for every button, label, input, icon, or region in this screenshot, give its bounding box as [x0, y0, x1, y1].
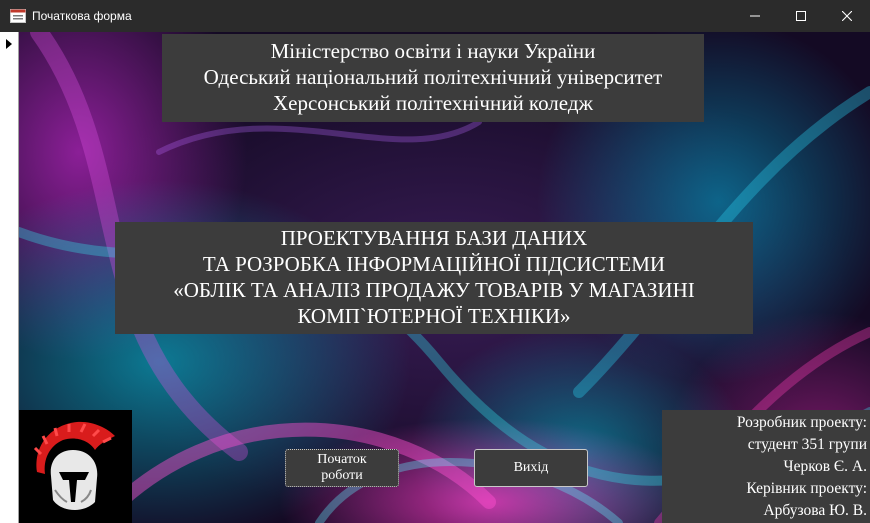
record-pointer-icon [6, 39, 12, 49]
exit-button[interactable]: Вихід [474, 449, 588, 487]
minimize-icon [750, 15, 760, 17]
maximize-button[interactable] [778, 0, 824, 32]
title-bar[interactable]: Початкова форма [0, 0, 870, 32]
form-background: Міністерство освіти і науки України Одес… [19, 32, 870, 523]
maximize-icon [796, 11, 806, 21]
project-title-line: «ОБЛІК ТА АНАЛІЗ ПРОДАЖУ ТОВАРІВ У МАГАЗ… [173, 278, 695, 302]
form-icon [10, 9, 26, 23]
start-button-label: Початок [317, 452, 367, 467]
university-label: Одеський національний політехнічний унів… [203, 65, 663, 89]
supervisor-heading: Керівник проекту: [746, 480, 867, 497]
close-icon [842, 11, 852, 21]
record-selector[interactable] [0, 32, 19, 523]
project-title-line: ПРОЕКТУВАННЯ БАЗИ ДАНИХ [280, 226, 588, 250]
credits-panel: Розробник проекту: студент 351 групи Чер… [662, 410, 870, 523]
developer-name: Черков Є. А. [783, 458, 867, 475]
college-label: Херсонський політехнічний коледж [272, 91, 594, 115]
ministry-label: Міністерство освіти і науки України [270, 39, 596, 63]
start-button-label: роботи [321, 468, 363, 483]
project-title-line: КОМП`ЮТЕРНОЇ ТЕХНІКИ» [297, 304, 571, 328]
developer-heading: Розробник проекту: [736, 414, 867, 431]
supervisor-name: Арбузова Ю. В. [763, 502, 867, 519]
spartan-helmet-icon [33, 421, 115, 510]
minimize-button[interactable] [732, 0, 778, 32]
institution-panel: Міністерство освіти і науки України Одес… [162, 34, 704, 122]
project-title-panel: ПРОЕКТУВАННЯ БАЗИ ДАНИХ ТА РОЗРОБКА ІНФО… [115, 222, 753, 334]
developer-group: студент 351 групи [747, 436, 867, 453]
exit-button-label: Вихід [513, 460, 549, 475]
close-button[interactable] [824, 0, 870, 32]
start-button[interactable]: Початок роботи [285, 449, 399, 487]
logo [19, 410, 132, 523]
project-title-line: ТА РОЗРОБКА ІНФОРМАЦІЙНОЇ ПІДСИСТЕМИ [202, 252, 666, 276]
window-title: Початкова форма [32, 9, 132, 23]
